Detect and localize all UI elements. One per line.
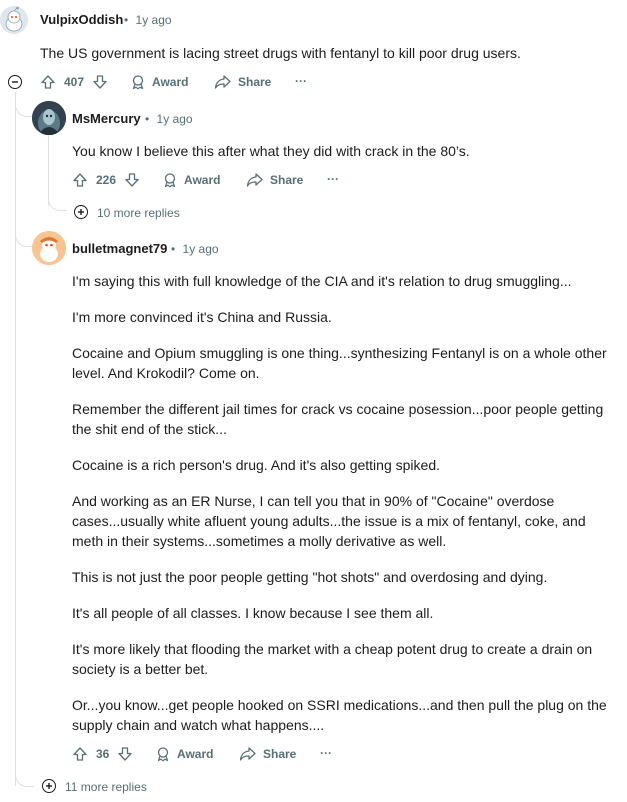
comment-paragraph: The US government is lacing street drugs… [40,45,521,61]
timestamp-text: 1y ago [135,13,172,27]
award-button[interactable]: Award [155,746,213,762]
separator-dot: • [171,242,176,256]
comment-paragraph: Remember the different jail times for cr… [72,401,604,437]
more-replies-link[interactable]: 11 more replies [65,780,147,794]
comment-paragraph: I'm saying this with full knowledge of t… [72,273,572,289]
timestamp-text: 1y ago [182,242,219,256]
share-icon [214,75,231,89]
award-icon [132,75,144,90]
collapse-button[interactable] [8,75,22,89]
downvote-icon [93,75,107,89]
expand-icon [46,783,52,789]
expand-replies-button[interactable] [74,205,88,219]
downvote-button[interactable] [124,172,140,188]
comment-paragraph: It's all people of all classes. I know b… [72,605,434,621]
share-label: Share [238,75,272,89]
downvote-icon [125,173,139,187]
comment-body: The US government is lacing street drugs… [40,43,600,79]
expand-replies-button[interactable] [42,779,56,793]
comment-body: You know I believe this after what they … [72,141,612,177]
award-icon [164,173,176,188]
thread-connector-1 [15,102,34,117]
comment-timestamp: • 1y ago [171,242,219,256]
comment-body: I'm saying this with full knowledge of t… [72,271,617,751]
upvote-icon [73,173,87,187]
comment-paragraph: It's more likely that flooding the marke… [72,641,593,677]
share-icon [246,173,263,187]
share-label: Share [263,747,297,761]
award-button[interactable]: Award [162,172,220,188]
more-options-button[interactable]: ··· [327,172,339,186]
downvote-button[interactable] [117,746,133,762]
downvote-button[interactable] [92,74,108,90]
share-icon [239,747,256,761]
comment-paragraph: And working as an ER Nurse, I can tell y… [72,493,586,549]
comment-paragraph: Cocaine is a rich person's drug. And it'… [72,457,440,473]
comment-username[interactable]: VulpixOddish [40,12,123,27]
comment-paragraph: You know I believe this after what they … [72,143,470,159]
more-options-button[interactable]: ··· [320,746,332,760]
share-label: Share [270,173,304,187]
separator-dot: • [145,112,150,126]
more-options-icon: ··· [320,746,332,760]
share-button[interactable]: Share [214,74,271,90]
upvote-icon [73,747,87,761]
more-options-icon: ··· [327,172,339,186]
more-options-button[interactable]: ··· [295,74,307,88]
upvote-button[interactable] [72,172,88,188]
award-label: Award [184,173,221,187]
thread-connector-2 [15,232,34,247]
award-label: Award [177,747,214,761]
upvote-icon [41,75,55,89]
more-options-icon: ··· [295,74,307,88]
comment-username[interactable]: bulletmagnet79 [72,241,167,256]
vote-score: 226 [96,173,117,187]
collapse-icon [12,81,18,83]
upvote-button[interactable] [72,746,88,762]
thread-connector-3 [48,196,67,211]
thread-connector-4 [15,772,34,787]
comment-paragraph: Or...you know...get people hooked on SSR… [72,697,607,733]
comment-paragraph: This is not just the poor people getting… [72,569,548,585]
award-button[interactable]: Award [130,74,188,90]
separator-dot: • [124,13,129,27]
share-button[interactable]: Share [246,172,303,188]
comment-paragraph: I'm more convinced it's China and Russia… [72,309,332,325]
more-replies-link[interactable]: 10 more replies [97,206,180,220]
avatar[interactable] [32,231,66,265]
comment-username[interactable]: MsMercury [72,111,141,126]
downvote-icon [118,747,132,761]
comment-timestamp: • 1y ago [145,112,193,126]
vote-score: 36 [96,747,110,761]
avatar[interactable] [32,101,66,135]
award-icon [157,747,169,762]
thread-line-root[interactable] [15,92,16,786]
expand-icon [78,209,84,215]
vote-score: 407 [64,75,85,89]
comment-timestamp: • 1y ago [124,13,172,27]
award-label: Award [152,75,189,89]
comment-paragraph: Cocaine and Opium smuggling is one thing… [72,345,607,381]
avatar[interactable] [0,6,28,34]
upvote-button[interactable] [40,74,56,90]
timestamp-text: 1y ago [156,112,193,126]
share-button[interactable]: Share [239,746,296,762]
